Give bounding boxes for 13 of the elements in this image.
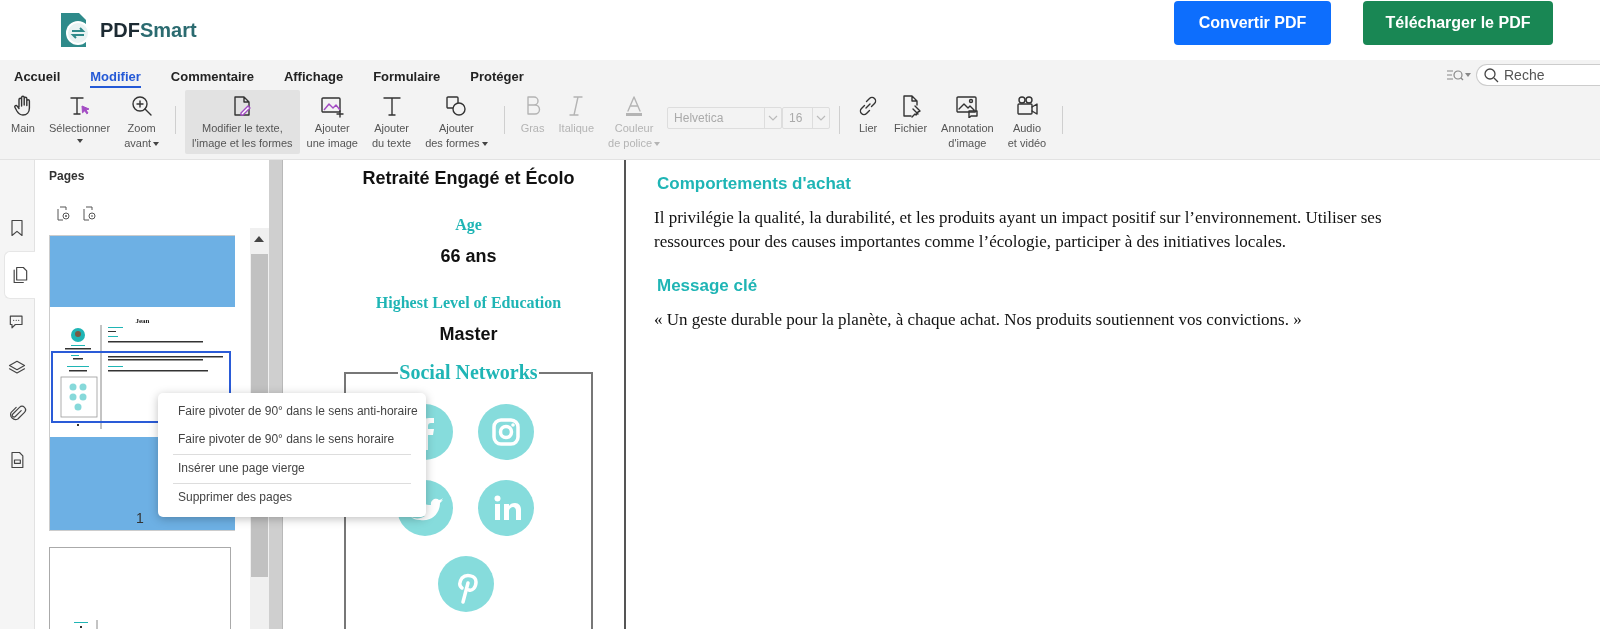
field-label: Age: [455, 216, 482, 234]
section-text: « Un geste durable pour la planète, à chaque achat. Nos produits soutiennent vos convictions. »: [654, 308, 1303, 331]
section-title: Social Networks: [398, 361, 539, 384]
field-value: Master: [439, 324, 498, 345]
logo-text: PDFSmart: [100, 18, 197, 42]
section-text: Il privilégie la qualité, la durabilité, et les produits ayant un impact positif sur l’environnement. Utiliser ses ressources pour des causes importantes comme l’écologie, participer à des initiatives locales.: [654, 207, 1383, 253]
section-heading: Comportements d'achat: [657, 174, 852, 194]
section-heading: Message clé: [657, 275, 759, 296]
page-number: 1: [136, 510, 144, 526]
panel-title: Pages: [49, 169, 86, 185]
persona-title: Retraité Engagé et Écolo: [362, 168, 575, 189]
field-value: 66 ans: [440, 246, 497, 267]
field-label: Highest Level of Education: [375, 294, 562, 312]
